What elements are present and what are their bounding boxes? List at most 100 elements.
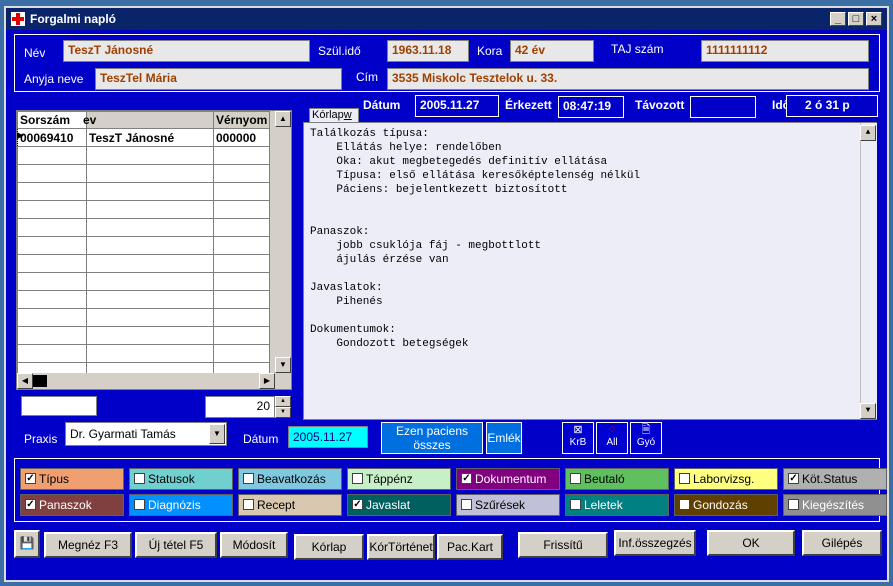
- memo-scroll-down-icon[interactable]: ▼: [860, 403, 876, 419]
- all-button[interactable]: ⁘ All: [596, 422, 628, 454]
- checkbox-javaslat[interactable]: ✓ Javaslat: [347, 494, 451, 516]
- checkbox-box[interactable]: ✓: [25, 473, 36, 484]
- spin-up-icon[interactable]: ▲: [275, 396, 291, 407]
- minimize-button[interactable]: _: [830, 12, 846, 26]
- pac-kart-button[interactable]: Pac.Kart: [437, 534, 503, 560]
- grid-vscroll[interactable]: [275, 111, 291, 373]
- scroll-thumb[interactable]: [33, 375, 47, 387]
- table-row[interactable]: [17, 290, 271, 309]
- table-row[interactable]: [17, 344, 271, 363]
- checkbox-diagnózis[interactable]: Diagnózis: [129, 494, 233, 516]
- checkbox-kiegészítés[interactable]: Kiegészítés: [783, 494, 887, 516]
- checkbox-statusok[interactable]: Statusok: [129, 468, 233, 490]
- checkbox-box[interactable]: [570, 473, 581, 484]
- chevron-down-icon[interactable]: ▼: [209, 424, 225, 444]
- inf-osszegzes-button[interactable]: Inf.összegzés: [614, 530, 696, 556]
- col-header-nev[interactable]: ev: [83, 111, 214, 129]
- checkbox-dokumentum[interactable]: ✓ Dokumentum: [456, 468, 560, 490]
- scroll-left-icon[interactable]: ◀: [17, 373, 33, 389]
- left-field[interactable]: [690, 96, 756, 118]
- table-row[interactable]: [17, 182, 271, 201]
- table-row[interactable]: [17, 326, 271, 345]
- close-button[interactable]: ×: [866, 12, 882, 26]
- filter-input[interactable]: [21, 396, 97, 416]
- visit-date-field[interactable]: 2005.11.27: [415, 95, 499, 117]
- checkbox-recept[interactable]: Recept: [238, 494, 342, 516]
- checkbox-box[interactable]: [788, 499, 799, 510]
- address-field[interactable]: 3535 Miskolc Tesztelok u. 33.: [387, 68, 869, 90]
- exit-button[interactable]: Gilépés: [802, 530, 882, 556]
- korlap-button[interactable]: Kórlap: [294, 534, 364, 560]
- col-header-vernyom[interactable]: Vérnyom: [212, 111, 271, 129]
- table-row[interactable]: 00069410 TeszT Jánosné 000000: [17, 128, 271, 147]
- checkbox-box[interactable]: [243, 499, 254, 510]
- col-header-sorszam[interactable]: Sorszám: [17, 111, 87, 129]
- grid-hscroll[interactable]: [17, 373, 275, 389]
- korlap-memo[interactable]: Találkozás típusa: Ellátás helye: rendel…: [303, 122, 877, 420]
- tab-korlap[interactable]: Kórlapw: [309, 108, 359, 123]
- checkbox-box[interactable]: [570, 499, 581, 510]
- maximize-button[interactable]: □: [848, 12, 864, 26]
- checkbox-panaszok[interactable]: ✓ Panaszok: [20, 494, 124, 516]
- frissitu-button[interactable]: Frissítű: [518, 532, 608, 558]
- all-patient-button[interactable]: Ezen paciens összes: [381, 422, 483, 454]
- memo-scroll-up-icon[interactable]: ▲: [860, 125, 876, 141]
- patient-grid[interactable]: Sorszám ev Vérnyom 00069410 TeszT Jánosn…: [16, 110, 292, 390]
- cell-vernyom[interactable]: 000000: [212, 128, 271, 147]
- modosit-button[interactable]: Módosít: [220, 532, 288, 558]
- checkbox-box[interactable]: ✓: [788, 473, 799, 484]
- checkbox-box[interactable]: [679, 499, 690, 510]
- cell-nev[interactable]: TeszT Jánosné: [86, 128, 214, 147]
- time-field[interactable]: 2 ó 31 p: [786, 95, 878, 117]
- checkbox-laborvizsg-[interactable]: Laborvizsg.: [674, 468, 778, 490]
- name-field[interactable]: TeszT Jánosné: [63, 40, 310, 62]
- spin-down-icon[interactable]: ▼: [275, 407, 291, 418]
- checkbox-box[interactable]: [134, 499, 145, 510]
- ok-button[interactable]: OK: [707, 530, 795, 556]
- emlek-button[interactable]: Emlék: [486, 422, 522, 454]
- checkbox-box[interactable]: ✓: [352, 499, 363, 510]
- checkbox-box[interactable]: ✓: [25, 499, 36, 510]
- checkbox-box[interactable]: [679, 473, 690, 484]
- checkbox-box[interactable]: ✓: [461, 473, 472, 484]
- table-row[interactable]: [17, 164, 271, 183]
- checkbox-típus[interactable]: ✓ Típus: [20, 468, 124, 490]
- arrived-field[interactable]: 08:47:19: [558, 96, 624, 118]
- table-row[interactable]: [17, 308, 271, 327]
- cell-sorszam[interactable]: 00069410: [17, 128, 87, 147]
- checkbox-beavatkozás[interactable]: Beavatkozás: [238, 468, 342, 490]
- praxis-date-field[interactable]: 2005.11.27: [288, 426, 368, 448]
- table-row[interactable]: [17, 236, 271, 255]
- kortortenet-button[interactable]: KórTörténet: [367, 534, 435, 560]
- checkbox-box[interactable]: [243, 473, 254, 484]
- scroll-up-icon[interactable]: ▲: [275, 111, 291, 127]
- uj-tetel-button[interactable]: Új tétel F5: [135, 532, 217, 558]
- checkbox-beutaló[interactable]: Beutaló: [565, 468, 669, 490]
- table-row[interactable]: [17, 218, 271, 237]
- memo-vscroll[interactable]: [860, 123, 877, 419]
- age-field[interactable]: 42 év: [510, 40, 594, 62]
- checkbox-box[interactable]: [352, 473, 363, 484]
- taj-field[interactable]: 1111111112: [701, 40, 869, 62]
- gyo-button[interactable]: 🗎 Gyó: [630, 422, 662, 454]
- table-row[interactable]: [17, 254, 271, 273]
- table-row[interactable]: [17, 200, 271, 219]
- praxis-select[interactable]: Dr. Gyarmati Tamás: [65, 422, 227, 446]
- table-row[interactable]: [17, 272, 271, 291]
- checkbox-táppénz[interactable]: Táppénz: [347, 468, 451, 490]
- checkbox-gondozás[interactable]: Gondozás: [674, 494, 778, 516]
- birth-field[interactable]: 1963.11.18: [387, 40, 469, 62]
- krb-button[interactable]: ⊠ KrB: [562, 422, 594, 454]
- checkbox-leletek[interactable]: Leletek: [565, 494, 669, 516]
- mother-field[interactable]: TeszTel Mária: [95, 68, 342, 90]
- table-row[interactable]: [17, 146, 271, 165]
- checkbox-box[interactable]: [461, 499, 472, 510]
- checkbox-box[interactable]: [134, 473, 145, 484]
- scroll-right-icon[interactable]: ▶: [259, 373, 275, 389]
- save-button[interactable]: 💾: [14, 530, 40, 558]
- count-spinner[interactable]: 20: [205, 396, 275, 418]
- checkbox-szűrések[interactable]: Szűrések: [456, 494, 560, 516]
- scroll-down-icon[interactable]: ▼: [275, 357, 291, 373]
- megnez-button[interactable]: Megnéz F3: [44, 532, 132, 558]
- checkbox-köt-status[interactable]: ✓ Köt.Status: [783, 468, 887, 490]
